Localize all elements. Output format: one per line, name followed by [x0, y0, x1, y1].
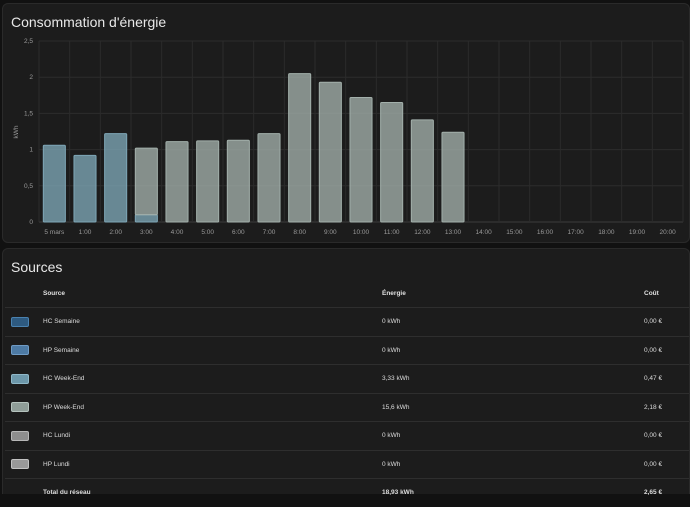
x-tick-label: 20:00 [660, 229, 677, 236]
bar-hp-week-end [380, 102, 404, 223]
source-energy: 15,6 kWh [381, 393, 643, 422]
source-name: HP Semaine [42, 336, 381, 365]
sources-table: Source Énergie Coût HC Semaine 0 kWh 0,00 … [5, 279, 689, 507]
sources-card-title: Sources [11, 259, 63, 275]
source-cost: 0,00 € [643, 421, 689, 451]
bar-hc-week-end [42, 144, 66, 223]
source-cost: 0,00 € [643, 450, 689, 479]
source-swatch-cell [5, 307, 42, 337]
total-row: Total du réseau 18,93 kWh 2,65 € [5, 479, 689, 507]
total-label: Total du réseau [43, 489, 91, 497]
x-tick-label: 14:00 [476, 229, 493, 236]
source-swatch-cell [5, 393, 42, 422]
source-swatch-cell [5, 364, 42, 394]
source-row[interactable]: HC Semaine 0 kWh 0,00 € [5, 307, 689, 337]
x-tick-label: 9:00 [324, 229, 337, 236]
y-tick-label: 2 [29, 74, 33, 81]
x-tick-label: 6:00 [232, 229, 245, 236]
source-swatch-cell [5, 450, 42, 479]
y-tick-label: 1 [29, 147, 33, 154]
energy-column-header[interactable]: Énergie [381, 279, 643, 308]
source-color-swatch [11, 345, 29, 356]
source-name: HC Lundi [42, 421, 381, 451]
y-axis-unit: kWh [13, 125, 20, 138]
bar-hp-week-end [134, 147, 158, 216]
source-energy: 0 kWh [381, 450, 643, 479]
source-row[interactable]: HC Week-End 3,33 kWh 0,47 € [5, 364, 689, 394]
x-tick-label: 8:00 [293, 229, 306, 236]
bar-hp-week-end [441, 131, 465, 223]
bar-hp-week-end [349, 96, 373, 223]
source-column-header[interactable]: Source [42, 279, 381, 308]
x-tick-label: 18:00 [598, 229, 615, 236]
source-color-swatch [11, 316, 29, 327]
x-tick-label: 13:00 [445, 229, 462, 236]
sources-table-body: HC Semaine 0 kWh 0,00 € HP Semaine 0 kWh 0,00… [5, 307, 689, 507]
source-swatch-cell [5, 421, 42, 451]
source-energy: 0 kWh [381, 421, 643, 451]
x-tick-label: 19:00 [629, 229, 646, 236]
source-color-swatch [11, 430, 29, 441]
y-tick-label: 2,5 [24, 38, 33, 45]
y-tick-label: 0,5 [24, 183, 33, 190]
energy-consumption-card: Consommation d'énergie 0 0,5 1 1,5 2 2,5 kWh 5 … [2, 3, 690, 243]
source-cost: 0,00 € [643, 336, 689, 365]
x-tick-label: 17:00 [568, 229, 585, 236]
bar-hp-week-end [226, 139, 250, 223]
bar-hc-week-end [73, 154, 97, 223]
source-color-swatch [11, 373, 29, 384]
x-tick-label: 10:00 [353, 229, 370, 236]
x-tick-label: 12:00 [414, 229, 431, 236]
sources-card: Sources Source Énergie Coût HC Semaine 0 … [2, 248, 690, 496]
source-swatch-cell [5, 336, 42, 365]
source-row[interactable]: HP Semaine 0 kWh 0,00 € [5, 336, 689, 365]
bar-hp-week-end [165, 141, 189, 223]
source-cost: 0,47 € [643, 364, 689, 394]
total-swatch-cell [5, 479, 42, 507]
y-tick-label: 0 [29, 219, 33, 226]
source-energy: 3,33 kWh [381, 364, 643, 394]
total-energy: 18,93 kWh [382, 489, 414, 497]
source-name: HC Semaine [42, 307, 381, 337]
sources-header-row: Source Énergie Coût [5, 279, 689, 308]
x-tick-label: 3:00 [140, 229, 153, 236]
bar-hc-week-end [104, 133, 128, 223]
source-color-swatch [11, 402, 29, 413]
x-tick-label: 16:00 [537, 229, 554, 236]
x-tick-label: 1:00 [79, 229, 92, 236]
source-row[interactable]: HP Week-End 15,6 kWh 2,18 € [5, 393, 689, 422]
x-tick-label: 2:00 [109, 229, 122, 236]
bar-hp-week-end [288, 73, 312, 223]
bar-hc-week-end [134, 214, 158, 223]
swatch-header [5, 279, 42, 308]
bar-hp-week-end [318, 81, 342, 223]
source-cost: 2,18 € [643, 393, 689, 422]
source-name: HP Week-End [42, 393, 381, 422]
x-tick-label: 5:00 [201, 229, 214, 236]
x-tick-label: 11:00 [384, 229, 400, 236]
source-color-swatch [11, 459, 29, 470]
bar-hp-week-end [196, 140, 220, 223]
cost-column-header[interactable]: Coût [643, 279, 689, 308]
source-name: HC Week-End [42, 364, 381, 394]
total-cost: 2,65 € [644, 489, 663, 497]
source-energy: 0 kWh [381, 307, 643, 337]
source-row[interactable]: HP Lundi 0 kWh 0,00 € [5, 450, 689, 479]
bar-hp-week-end [257, 133, 281, 223]
x-tick-label: 15:00 [506, 229, 523, 236]
y-tick-label: 1,5 [24, 110, 33, 117]
source-energy: 0 kWh [381, 336, 643, 365]
source-row[interactable]: HC Lundi 0 kWh 0,00 € [5, 421, 689, 451]
energy-bar-chart[interactable]: 0 0,5 1 1,5 2 2,5 kWh 5 mars 1:00 2:00 3:00 4:00 5:0… [3, 4, 689, 242]
bar-hp-week-end [410, 119, 434, 223]
x-tick-label: 5 mars [44, 229, 65, 236]
x-tick-label: 7:00 [263, 229, 276, 236]
source-cost: 0,00 € [643, 307, 689, 337]
x-tick-label: 4:00 [171, 229, 184, 236]
source-name: HP Lundi [42, 450, 381, 479]
